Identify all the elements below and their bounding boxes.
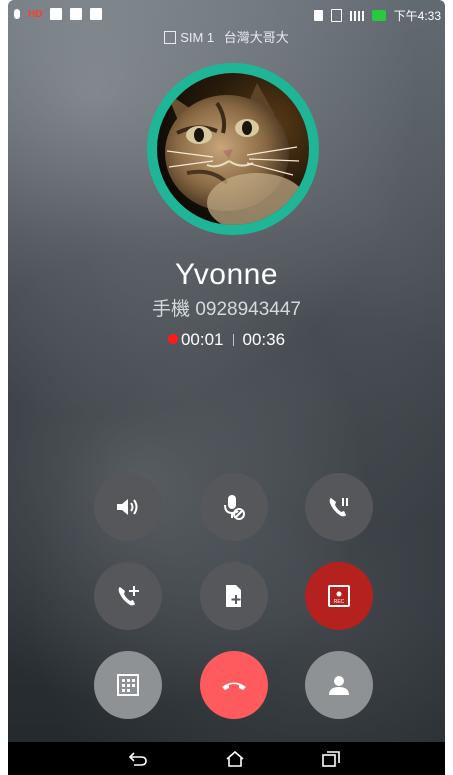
sim-card-icon [164, 31, 177, 44]
recent-apps-icon [322, 751, 340, 767]
caller-avatar [157, 73, 309, 225]
back-button[interactable] [126, 748, 150, 770]
caller-name: Yvonne [174, 258, 279, 291]
recent-apps-button[interactable] [319, 748, 343, 770]
status-right: 下午4:33 [313, 7, 441, 24]
signal-icon [349, 10, 364, 21]
navigation-bar [8, 742, 445, 775]
add-call-icon [118, 586, 139, 606]
caller-number-row: 手機 0928943447 [8, 294, 445, 321]
battery-charging-icon [371, 10, 386, 21]
dialpad-icon [117, 674, 139, 696]
end-call-icon [222, 682, 246, 690]
carrier-name: 台灣大哥大 [223, 30, 289, 45]
sim-indicator: SIM 1 台灣大哥大 [8, 27, 445, 46]
mic-icon [14, 9, 20, 19]
svg-text:REC: REC [334, 599, 345, 605]
home-button[interactable] [223, 748, 247, 770]
notification-icon [50, 8, 63, 20]
hd-icon: HD [28, 8, 43, 20]
back-icon [128, 752, 147, 766]
hold-icon [329, 498, 348, 517]
vibrate-icon [313, 10, 323, 21]
sim-label: SIM 1 [180, 30, 215, 45]
message-icon [70, 8, 83, 20]
contact-icon [329, 676, 349, 695]
add-call-button[interactable] [94, 562, 162, 630]
speaker-icon [117, 499, 138, 515]
call-duration: 00:36 [242, 330, 286, 349]
phone-type-label: 手機 [152, 299, 191, 320]
hold-button[interactable] [305, 473, 373, 541]
dialpad-button[interactable] [94, 651, 162, 719]
recording-timer: 00:01 [180, 330, 224, 349]
mute-icon [224, 495, 245, 520]
add-note-icon [226, 585, 241, 607]
timer-divider [232, 334, 234, 346]
contact-button[interactable] [305, 651, 373, 719]
recording-dot-icon [167, 334, 178, 344]
mute-button[interactable] [200, 473, 268, 541]
record-button[interactable]: REC [305, 562, 373, 630]
sim-icon [330, 9, 342, 22]
status-time: 下午4:33 [393, 9, 441, 23]
cat-photo [157, 73, 309, 225]
end-call-button[interactable] [200, 651, 268, 719]
notification-icon-2 [90, 8, 103, 20]
caller-avatar-ring [147, 63, 319, 235]
status-bar: HD 下午4:33 [8, 0, 445, 30]
incall-screen: HD 下午4:33 SIM 1 台灣大哥大 Yvonne 手機 09289434… [8, 0, 445, 775]
call-timers: 00:01 00:36 [8, 330, 445, 350]
add-note-button[interactable] [200, 562, 268, 630]
record-icon: REC [328, 585, 350, 607]
phone-number: 0928943447 [195, 299, 301, 320]
speaker-button[interactable] [94, 473, 162, 541]
home-icon [226, 750, 244, 767]
status-left: HD [14, 8, 103, 20]
